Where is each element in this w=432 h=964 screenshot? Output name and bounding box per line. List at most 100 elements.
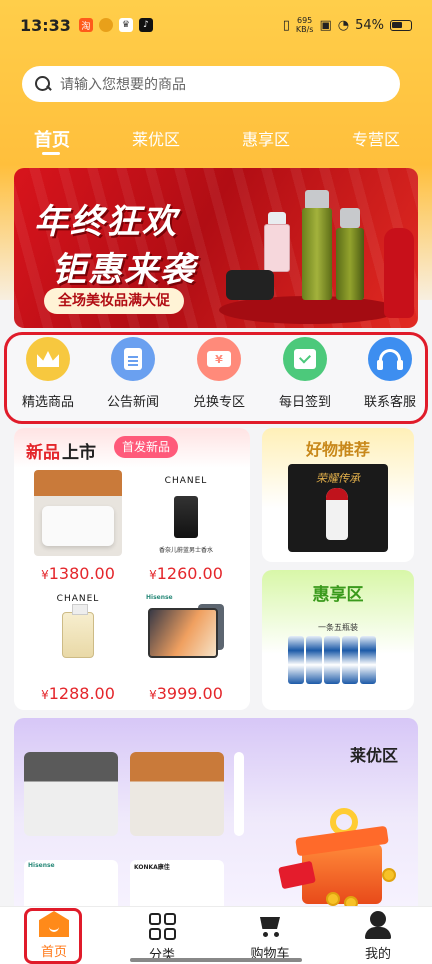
tab-laiyou[interactable]: 莱优区 xyxy=(132,126,180,150)
new-arrivals-badge: 首发新品 xyxy=(114,436,179,458)
quick-entry-label: 兑换专区 xyxy=(192,395,245,410)
nav-item-profile[interactable]: 我的 xyxy=(324,907,432,964)
recommend-image-text: 荣耀传承 xyxy=(316,472,360,485)
cart-icon xyxy=(256,913,284,939)
status-bar: 13:33 淘 ♛ ♪ ▯ 695 KB/s ▣ ◔ 54% xyxy=(0,0,432,50)
quick-entry-checkin[interactable]: 每日签到 xyxy=(265,337,345,410)
huixiang-card[interactable]: 惠享区 一条五瓶装 xyxy=(262,570,414,710)
document-icon xyxy=(111,337,155,381)
product-image-bedding xyxy=(34,470,122,556)
tab-home[interactable]: 首页 xyxy=(34,126,70,152)
top-tabs: 首页 莱优区 惠享区 专营区 xyxy=(0,120,432,160)
battery-icon xyxy=(390,19,412,31)
serum-cap xyxy=(340,208,360,228)
laiyou-card[interactable]: 莱优区 Hisense KONKA康佳 xyxy=(14,718,418,918)
new-arrivals-title: 新品 xyxy=(26,443,60,463)
product-brand: CHANEL xyxy=(164,476,208,486)
gift-box-illustration xyxy=(278,808,396,910)
headset-icon xyxy=(368,337,412,381)
banner-title-line1: 年终狂欢 xyxy=(34,202,178,242)
perfume-bottle xyxy=(62,604,94,658)
status-indicators: ▯ 695 KB/s ▣ ◔ 54% xyxy=(283,16,412,34)
laiyou-title: 莱优区 xyxy=(349,746,398,765)
perfume-bottle xyxy=(264,224,290,272)
promo-banner[interactable]: 年终狂欢 钜惠来袭 全场美妆品满大促 xyxy=(14,168,418,328)
ticket-icon: ¥ xyxy=(197,337,241,381)
product-image-tablet: Hisense xyxy=(142,590,230,676)
product-price: ¥3999.00 xyxy=(149,684,223,703)
new-arrivals-header[interactable]: 新品 上市 首发新品 xyxy=(14,428,250,468)
battery-percent: 54% xyxy=(355,17,384,33)
product-price: ¥1380.00 xyxy=(41,564,115,583)
product-image-cans xyxy=(288,636,376,684)
banner-subtitle: 全场美妆品满大促 xyxy=(44,288,184,314)
product-card[interactable]: ¥1380.00 xyxy=(28,470,128,583)
serum-cap xyxy=(305,190,329,210)
status-time: 13:33 xyxy=(20,15,71,35)
product-brand: Hisense xyxy=(28,862,55,869)
sim-icon: ▣ xyxy=(319,17,332,33)
product-image-bedding[interactable] xyxy=(130,752,224,836)
calendar-check-icon xyxy=(283,337,327,381)
huixiang-title: 惠享区 xyxy=(312,585,364,605)
nav-label: 我的 xyxy=(364,947,391,962)
tablet-screen xyxy=(148,608,218,658)
huixiang-caption: 一条五瓶装 xyxy=(318,623,358,632)
product-price: ¥1260.00 xyxy=(149,564,223,583)
tiktok-notification-icon: ♪ xyxy=(138,18,153,32)
new-arrivals-card: 新品 上市 首发新品 ¥1380.00 CHANEL 香奈儿蔚蓝男士香水 ¥12… xyxy=(14,428,250,710)
serum-bottle xyxy=(302,208,332,300)
vibrate-icon: ▯ xyxy=(282,17,290,33)
product-brand: CHANEL xyxy=(56,594,100,604)
product-brand: KONKA康佳 xyxy=(134,864,170,871)
search-icon xyxy=(34,75,52,93)
recommend-card[interactable]: 好物推荐 荣耀传承 xyxy=(262,428,414,562)
perfume-bottle xyxy=(174,496,198,538)
user-icon xyxy=(364,911,392,939)
product-card[interactable]: CHANEL ¥1288.00 xyxy=(28,590,128,703)
tab-active-indicator xyxy=(42,152,60,155)
product-card[interactable]: Hisense ¥3999.00 xyxy=(136,590,236,703)
product-image-chanel-no5: CHANEL xyxy=(34,590,122,676)
tab-huixiang[interactable]: 惠享区 xyxy=(242,126,290,150)
quick-entry-label: 每日签到 xyxy=(278,395,331,410)
search-input[interactable]: 请输入您想要的商品 xyxy=(22,66,400,102)
app-notification-icon xyxy=(98,18,113,32)
quick-entries: 精选商品 公告新闻 ¥ 兑换专区 每日签到 联系客服 xyxy=(4,332,428,424)
category-icon xyxy=(148,913,176,940)
red-vase xyxy=(384,228,414,318)
product-brand: Hisense xyxy=(146,594,173,601)
cream-jar xyxy=(226,270,274,300)
quick-entry-support[interactable]: 联系客服 xyxy=(350,337,430,410)
nav-item-cart[interactable]: 购物车 xyxy=(216,907,324,964)
search-placeholder: 请输入您想要的商品 xyxy=(60,77,186,93)
banner-podium xyxy=(219,296,399,324)
serum-bottle xyxy=(336,228,364,300)
product-image-chanel-bleu: CHANEL 香奈儿蔚蓝男士香水 xyxy=(142,470,230,556)
crown-icon xyxy=(26,337,70,381)
quick-entry-exchange[interactable]: ¥ 兑换专区 xyxy=(179,337,259,410)
home-highlight-outline xyxy=(24,908,82,964)
product-image-partial xyxy=(234,752,244,836)
new-arrivals-title: 上市 xyxy=(62,443,96,463)
recommend-title: 好物推荐 xyxy=(305,440,370,459)
quick-entry-featured[interactable]: 精选商品 xyxy=(8,337,88,410)
product-caption: 香奈儿蔚蓝男士香水 xyxy=(158,547,213,554)
liquor-bottle xyxy=(326,488,348,540)
product-price: ¥1288.00 xyxy=(41,684,115,703)
quick-entry-label: 精选商品 xyxy=(21,395,74,410)
banner-title-line2: 钜惠来袭 xyxy=(52,250,196,290)
crown-notification-icon: ♛ xyxy=(118,18,133,32)
product-card[interactable]: CHANEL 香奈儿蔚蓝男士香水 ¥1260.00 xyxy=(136,470,236,583)
quick-entry-label: 公告新闻 xyxy=(106,395,159,410)
nav-item-category[interactable]: 分类 xyxy=(108,907,216,964)
app-notification-icon: 淘 xyxy=(78,18,93,32)
tab-zhuanying[interactable]: 专营区 xyxy=(352,126,400,150)
net-speed: 695 KB/s xyxy=(295,16,314,34)
wifi-icon: ◔ xyxy=(337,17,350,33)
product-image-bedding[interactable] xyxy=(24,752,118,836)
quick-entry-label: 联系客服 xyxy=(363,395,416,410)
gesture-bar xyxy=(130,958,302,962)
recommend-image-moutai: 荣耀传承 xyxy=(288,464,388,552)
quick-entry-news[interactable]: 公告新闻 xyxy=(93,337,173,410)
